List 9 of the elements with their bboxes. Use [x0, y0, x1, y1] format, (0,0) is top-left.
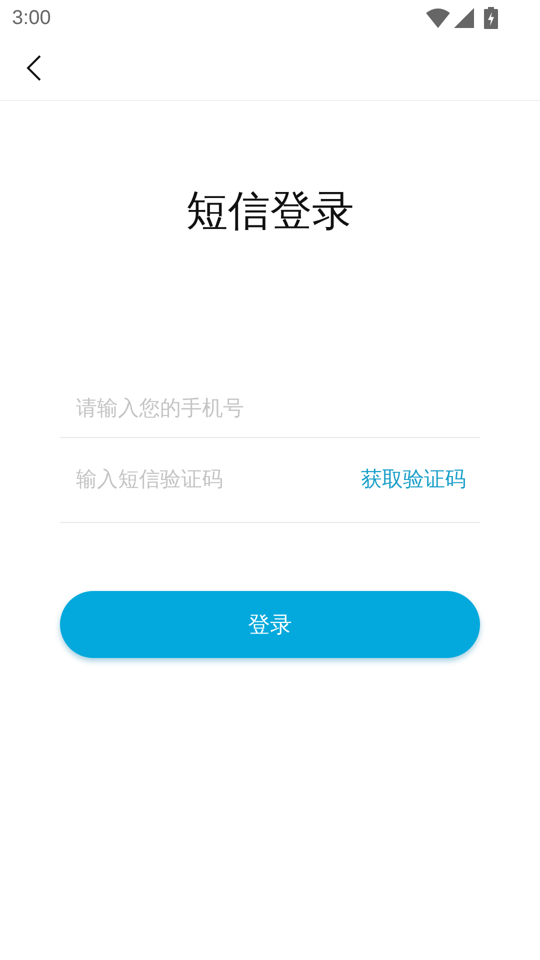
signal-icon [454, 8, 474, 28]
login-button[interactable]: 登录 [60, 591, 480, 658]
get-code-link[interactable]: 获取验证码 [361, 464, 480, 496]
code-field[interactable]: 输入短信验证码 [60, 438, 361, 522]
phone-field[interactable]: 请输入您的手机号 [60, 380, 480, 437]
status-time: 3:00 [12, 6, 51, 31]
page-title: 短信登录 [186, 187, 354, 234]
battery-icon [484, 7, 498, 29]
wifi-icon [426, 8, 450, 28]
